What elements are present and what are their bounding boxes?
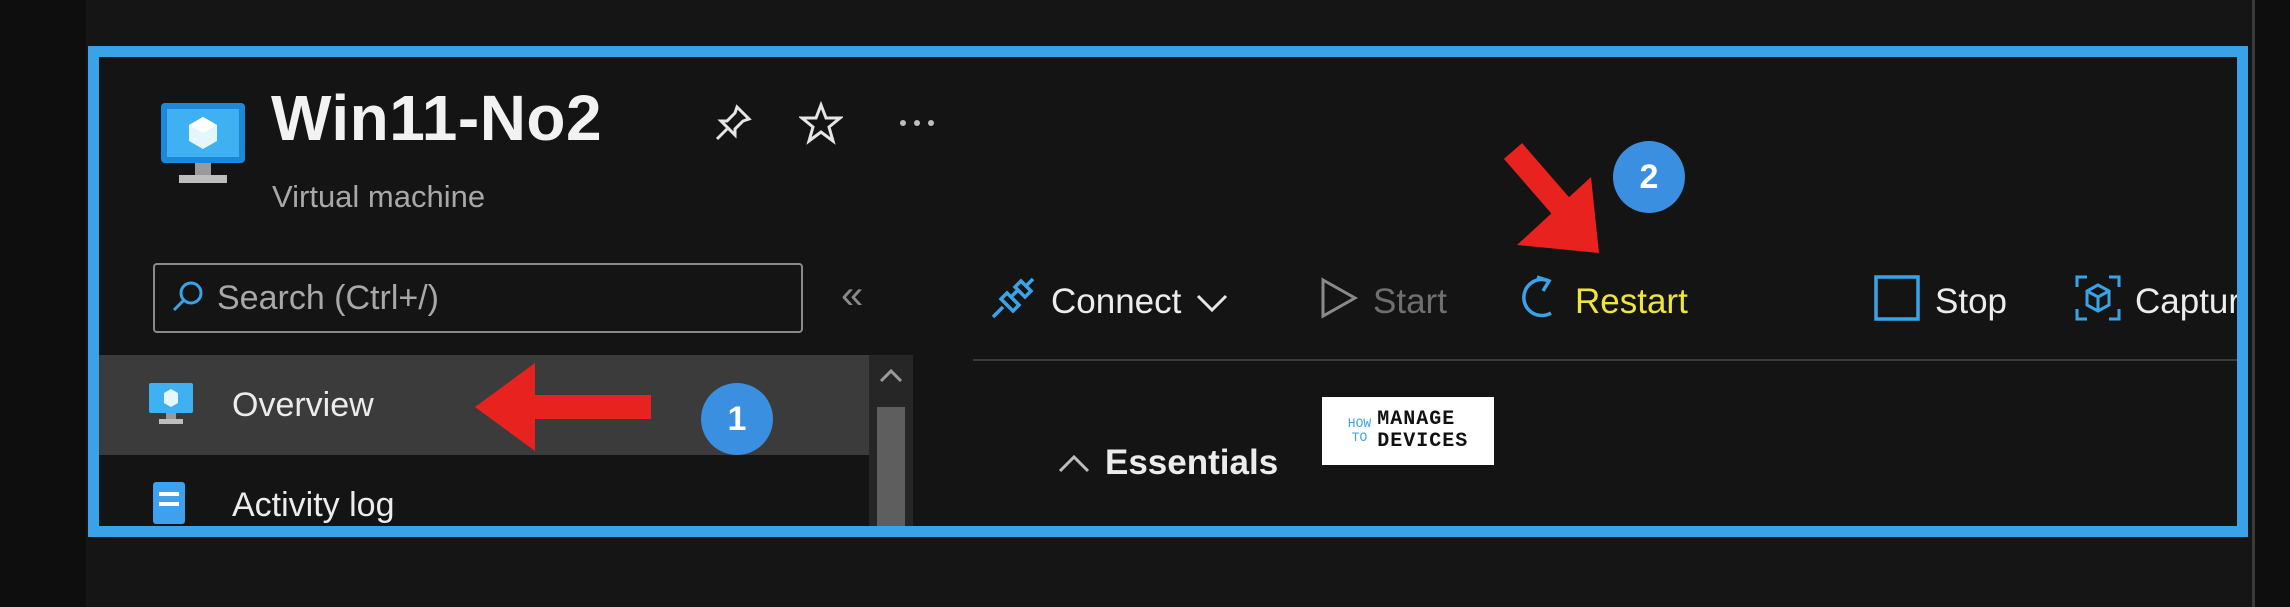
- command-bar: Connect Start Restart Stop Capture: [989, 267, 2237, 337]
- highlight-frame: Win11-No2 Virtual machine Search (Ctrl+/…: [88, 46, 2248, 537]
- capture-label: Capture: [2135, 282, 2248, 321]
- chevron-up-icon[interactable]: [877, 365, 905, 390]
- stop-button[interactable]: Stop: [1873, 267, 2007, 337]
- right-edge-line: [2252, 0, 2255, 607]
- essentials-label: Essentials: [1105, 443, 1279, 482]
- vm-monitor-icon: [147, 381, 195, 430]
- connect-label: Connect: [1051, 282, 1182, 321]
- restart-label: Restart: [1575, 282, 1688, 321]
- menu-scrollbar[interactable]: [869, 355, 913, 526]
- essentials-toggle[interactable]: Essentials: [1057, 443, 1278, 483]
- left-dark-strip: [0, 0, 86, 607]
- collapse-menu-button[interactable]: «: [841, 273, 863, 318]
- start-button[interactable]: Start: [1319, 267, 1447, 337]
- start-label: Start: [1373, 282, 1447, 321]
- capture-button[interactable]: Capture: [2075, 267, 2248, 337]
- page-subtitle: Virtual machine: [272, 179, 486, 214]
- stop-label: Stop: [1935, 282, 2007, 321]
- stop-square-icon: [1873, 274, 1921, 331]
- sidebar-item-activity-log[interactable]: Activity log: [99, 455, 869, 527]
- chevron-up-icon: [1057, 443, 1091, 483]
- search-input[interactable]: Search (Ctrl+/): [153, 263, 803, 333]
- more-options-icon[interactable]: [893, 99, 941, 147]
- pin-icon[interactable]: [709, 99, 757, 147]
- right-dark-strip: [2252, 0, 2290, 607]
- search-icon: [171, 279, 205, 318]
- connect-button[interactable]: Connect: [989, 267, 1229, 337]
- activity-log-icon: [151, 480, 187, 527]
- sidebar-item-label: Overview: [232, 385, 374, 424]
- chevron-down-icon: [1195, 282, 1229, 322]
- search-placeholder: Search (Ctrl+/): [217, 278, 439, 317]
- annotation-badge-2: 2: [1613, 141, 1685, 213]
- capture-icon: [2075, 275, 2121, 330]
- toolbar-divider: [973, 359, 2237, 361]
- restart-button[interactable]: Restart: [1521, 267, 1688, 337]
- restart-icon: [1521, 274, 1561, 330]
- scrollbar-thumb[interactable]: [877, 407, 905, 526]
- annotation-arrow-left: [475, 363, 651, 451]
- how-to-manage-devices-logo: HOW TO MANAGE DEVICES: [1322, 397, 1494, 465]
- annotation-arrow-down: [1503, 143, 1599, 253]
- play-icon: [1319, 276, 1359, 329]
- page-title: Win11-No2: [271, 82, 603, 154]
- connect-plug-icon: [989, 275, 1037, 330]
- annotation-badge-1: 1: [701, 383, 773, 455]
- star-icon[interactable]: [797, 99, 845, 147]
- virtual-machine-icon: [159, 101, 247, 190]
- sidebar-item-label: Activity log: [232, 485, 395, 524]
